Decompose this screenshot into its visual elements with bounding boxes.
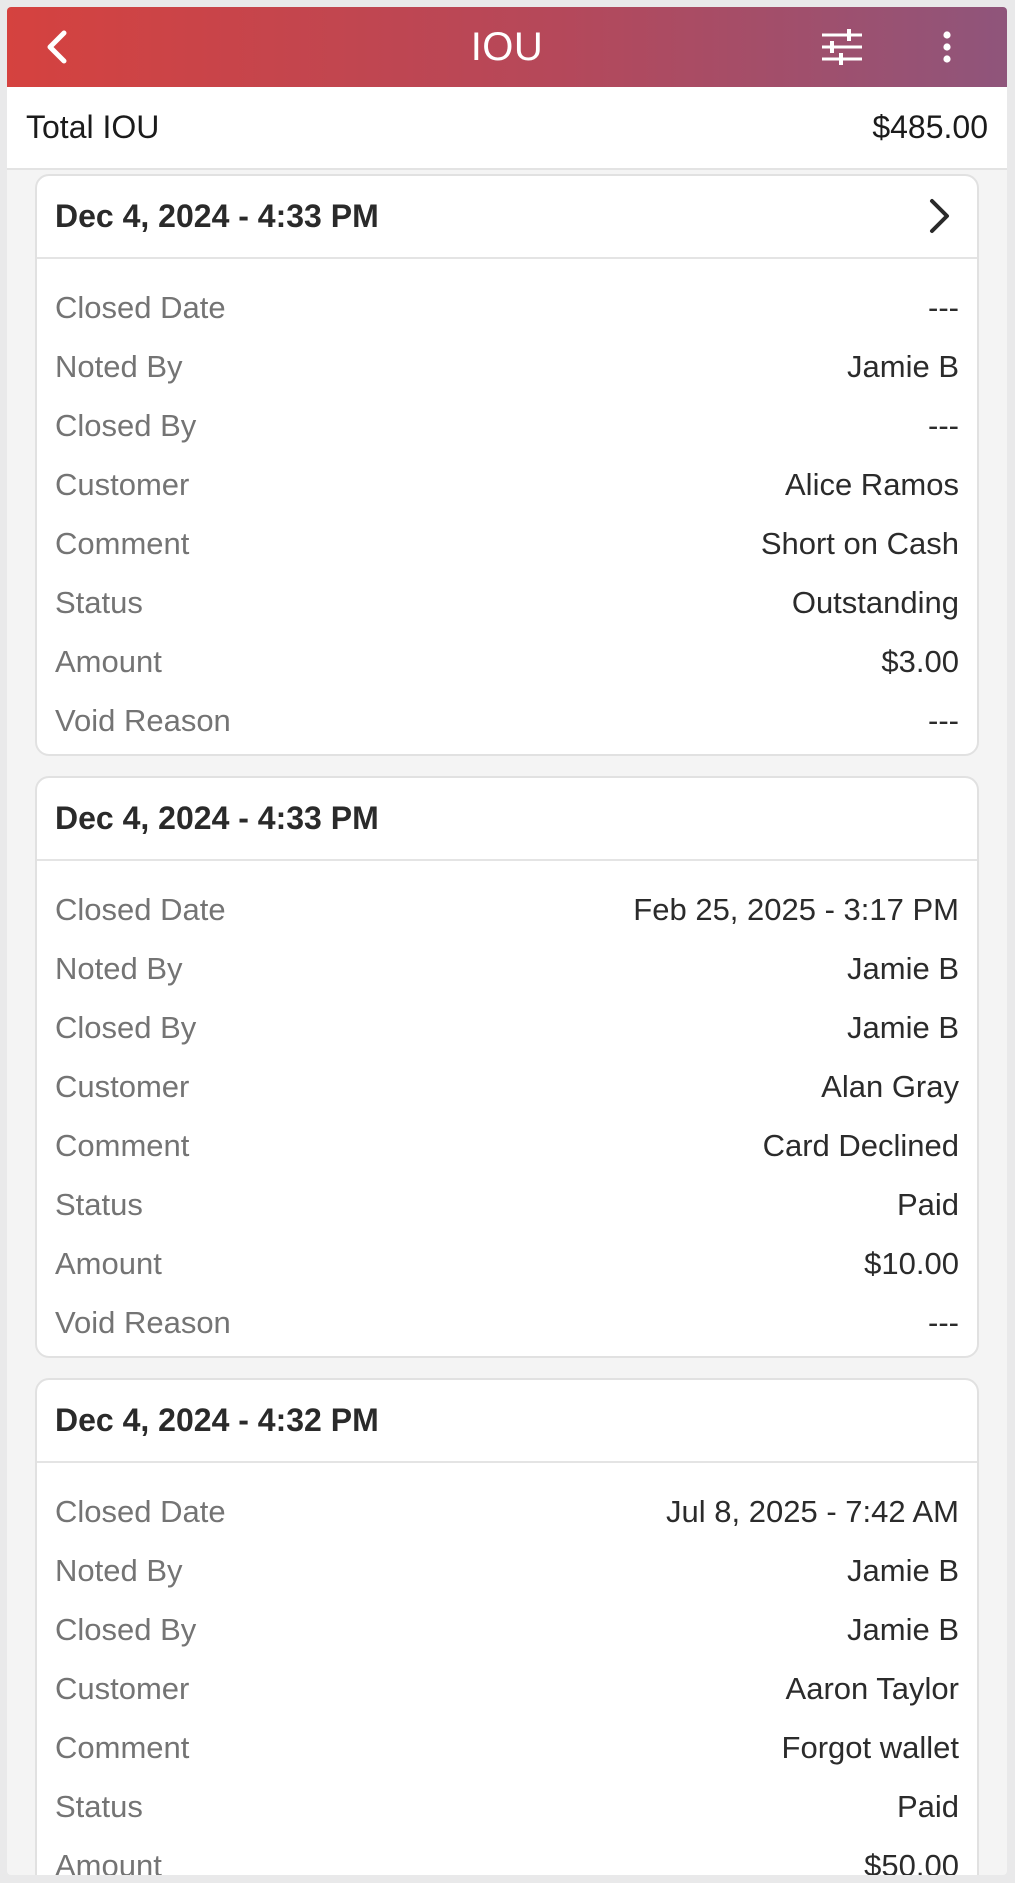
noted-by-value: Jamie B xyxy=(847,951,959,986)
closed-date-value: Feb 25, 2025 - 3:17 PM xyxy=(633,892,959,927)
field-label: Amount xyxy=(55,1246,162,1281)
sliders-icon xyxy=(822,29,862,65)
field-label: Closed Date xyxy=(55,290,226,325)
field-label: Comment xyxy=(55,1730,190,1765)
void-reason-value: --- xyxy=(928,1305,959,1340)
total-iou-label: Total IOU xyxy=(26,109,160,145)
comment-row: Comment Short on Cash xyxy=(37,514,977,573)
closed-date-row: Closed Date Feb 25, 2025 - 3:17 PM xyxy=(37,880,977,939)
field-label: Customer xyxy=(55,467,190,502)
field-label: Noted By xyxy=(55,951,183,986)
amount-row: Amount $50.00 xyxy=(37,1836,977,1875)
noted-by-row: Noted By Jamie B xyxy=(37,337,977,396)
chevron-right-icon[interactable] xyxy=(919,196,959,236)
noted-by-row: Noted By Jamie B xyxy=(37,939,977,998)
field-label: Amount xyxy=(55,1848,162,1875)
customer-value: Alice Ramos xyxy=(785,467,959,502)
closed-date-value: Jul 8, 2025 - 7:42 AM xyxy=(666,1494,959,1529)
iou-entry-header[interactable]: Dec 4, 2024 - 4:33 PM xyxy=(37,778,977,861)
field-label: Customer xyxy=(55,1069,190,1104)
customer-row: Customer Alice Ramos xyxy=(37,455,977,514)
comment-row: Comment Card Declined xyxy=(37,1116,977,1175)
more-vertical-icon xyxy=(943,31,951,63)
closed-by-row: Closed By Jamie B xyxy=(37,998,977,1057)
noted-by-value: Jamie B xyxy=(847,1553,959,1588)
iou-entry-date: Dec 4, 2024 - 4:32 PM xyxy=(55,1402,379,1438)
field-label: Closed Date xyxy=(55,1494,226,1529)
closed-by-value: Jamie B xyxy=(847,1612,959,1647)
void-reason-value: --- xyxy=(928,703,959,738)
field-label: Closed Date xyxy=(55,892,226,927)
amount-row: Amount $3.00 xyxy=(37,632,977,691)
status-value: Paid xyxy=(896,1789,959,1824)
noted-by-value: Jamie B xyxy=(847,349,959,384)
customer-value: Aaron Taylor xyxy=(785,1671,959,1706)
field-label: Status xyxy=(55,585,143,620)
iou-entry-card[interactable]: Dec 4, 2024 - 4:33 PM Closed Date Feb 25,… xyxy=(35,776,979,1358)
status-value: Paid xyxy=(896,1187,959,1222)
closed-date-row: Closed Date --- xyxy=(37,278,977,337)
amount-value: $10.00 xyxy=(864,1246,959,1281)
field-label: Amount xyxy=(55,644,162,679)
closed-date-row: Closed Date Jul 8, 2025 - 7:42 AM xyxy=(37,1482,977,1541)
field-label: Comment xyxy=(55,1128,190,1163)
void-reason-row: Void Reason --- xyxy=(37,1293,977,1352)
field-label: Comment xyxy=(55,526,190,561)
field-label: Status xyxy=(55,1789,143,1824)
customer-row: Customer Alan Gray xyxy=(37,1057,977,1116)
iou-screen: IOU Total IOU $485.00 Dec 4, 2024 - 4:33… xyxy=(7,7,1007,1875)
app-bar: IOU xyxy=(7,7,1007,87)
comment-row: Comment Forgot wallet xyxy=(37,1718,977,1777)
field-label: Status xyxy=(55,1187,143,1222)
iou-entry-header[interactable]: Dec 4, 2024 - 4:32 PM xyxy=(37,1380,977,1463)
field-label: Closed By xyxy=(55,1010,197,1045)
customer-row: Customer Aaron Taylor xyxy=(37,1659,977,1718)
status-row: Status Outstanding xyxy=(37,573,977,632)
closed-by-row: Closed By --- xyxy=(37,396,977,455)
amount-value: $3.00 xyxy=(881,644,959,679)
void-reason-row: Void Reason --- xyxy=(37,691,977,750)
comment-value: Forgot wallet xyxy=(781,1730,959,1765)
status-row: Status Paid xyxy=(37,1175,977,1234)
more-options-button[interactable] xyxy=(911,7,983,87)
iou-entry-header[interactable]: Dec 4, 2024 - 4:33 PM xyxy=(37,176,977,259)
closed-by-value: --- xyxy=(928,408,959,443)
field-label: Noted By xyxy=(55,349,183,384)
closed-by-row: Closed By Jamie B xyxy=(37,1600,977,1659)
total-iou-value: $485.00 xyxy=(872,109,988,145)
closed-by-value: Jamie B xyxy=(847,1010,959,1045)
amount-row: Amount $10.00 xyxy=(37,1234,977,1293)
iou-entry-card[interactable]: Dec 4, 2024 - 4:33 PM Closed Date --- Not… xyxy=(35,174,979,756)
field-label: Void Reason xyxy=(55,1305,231,1340)
total-iou-bar: Total IOU $485.00 xyxy=(7,87,1007,170)
filter-button[interactable] xyxy=(806,7,878,87)
comment-value: Card Declined xyxy=(762,1128,959,1163)
iou-entry-date: Dec 4, 2024 - 4:33 PM xyxy=(55,800,379,836)
amount-value: $50.00 xyxy=(864,1848,959,1875)
field-label: Customer xyxy=(55,1671,190,1706)
field-label: Noted By xyxy=(55,1553,183,1588)
comment-value: Short on Cash xyxy=(760,526,959,561)
field-label: Closed By xyxy=(55,408,197,443)
field-label: Void Reason xyxy=(55,703,231,738)
status-value: Outstanding xyxy=(791,585,959,620)
iou-entry-date: Dec 4, 2024 - 4:33 PM xyxy=(55,198,379,234)
customer-value: Alan Gray xyxy=(821,1069,959,1104)
noted-by-row: Noted By Jamie B xyxy=(37,1541,977,1600)
closed-date-value: --- xyxy=(928,290,959,325)
iou-entry-card[interactable]: Dec 4, 2024 - 4:32 PM Closed Date Jul 8, … xyxy=(35,1378,979,1875)
field-label: Closed By xyxy=(55,1612,197,1647)
status-row: Status Paid xyxy=(37,1777,977,1836)
